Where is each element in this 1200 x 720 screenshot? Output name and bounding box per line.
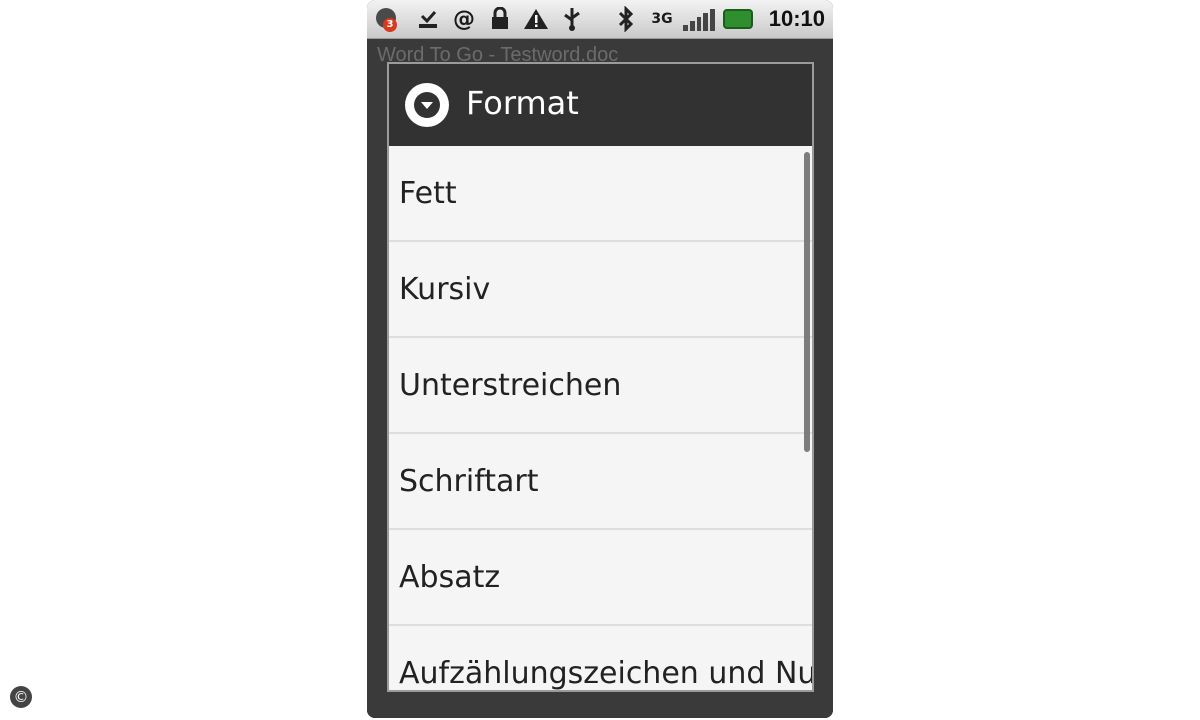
chevron-down-circle-icon (405, 83, 449, 127)
warning-icon (523, 5, 549, 33)
menu-item-label: Kursiv (399, 271, 491, 307)
copyright-badge: © (10, 686, 32, 708)
usb-icon (559, 5, 585, 33)
menu-item-italic[interactable]: Kursiv (389, 242, 812, 338)
menu-item-label: Aufzählungszeichen und Nu (399, 655, 814, 691)
3g-icon: 3G (651, 11, 673, 27)
menu-item-label: Unterstreichen (399, 367, 622, 403)
menu-item-font[interactable]: Schriftart (389, 434, 812, 530)
format-dialog: Format Fett Kursiv Unterstreichen Schrif… (387, 62, 814, 692)
bluetooth-icon (613, 5, 639, 33)
format-menu-list: Fett Kursiv Unterstreichen Schriftart Ab… (389, 146, 814, 691)
at-sign-icon: @ (453, 6, 475, 32)
notification-count-badge: 3 (383, 18, 397, 32)
battery-icon (723, 9, 753, 29)
status-bar: 3 @ 3G 10:10 (367, 0, 833, 39)
notification-icon[interactable]: 3 (373, 5, 399, 33)
lock-icon (487, 5, 513, 33)
status-time: 10:10 (768, 6, 825, 31)
menu-item-bold[interactable]: Fett (389, 146, 812, 242)
menu-item-paragraph[interactable]: Absatz (389, 530, 812, 626)
menu-item-bullets-numbering[interactable]: Aufzählungszeichen und Nu (389, 626, 814, 691)
menu-item-underline[interactable]: Unterstreichen (389, 338, 812, 434)
download-done-icon (415, 5, 441, 33)
menu-item-label: Schriftart (399, 463, 539, 499)
menu-item-label: Fett (399, 175, 457, 211)
menu-item-label: Absatz (399, 559, 501, 595)
dialog-header: Format (389, 64, 812, 146)
signal-icon (683, 9, 715, 31)
scrollbar[interactable] (804, 152, 810, 452)
dialog-title: Format (466, 84, 579, 122)
